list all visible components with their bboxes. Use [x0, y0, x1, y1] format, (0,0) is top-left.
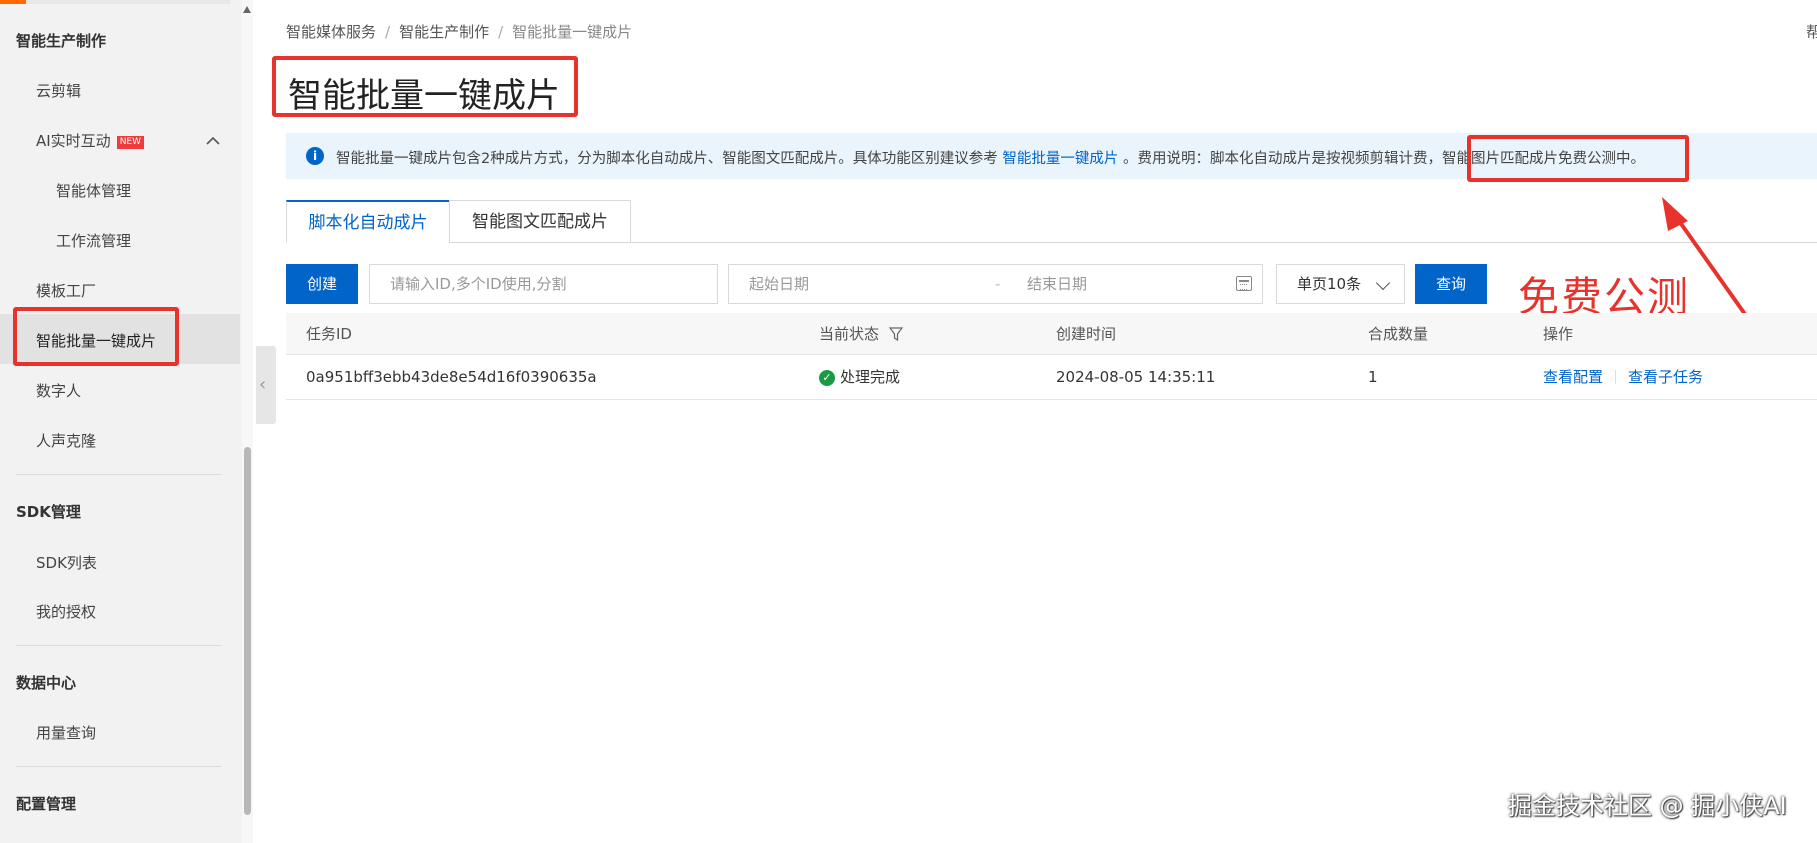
notice-text: 智能批量一键成片包含2种成片方式，分为脚本化自动成片、智能图文匹配成片。具体功能…: [336, 147, 1645, 168]
sidebar-item-label: 智能体管理: [56, 182, 132, 200]
sidebar-item-cloud-edit[interactable]: 云剪辑: [36, 80, 81, 101]
help-link[interactable]: 帮: [1806, 21, 1817, 42]
sidebar-item-workflow-mgmt[interactable]: 工作流管理: [56, 230, 131, 251]
scroll-up-arrow-icon[interactable]: [243, 6, 251, 13]
chevron-up-icon[interactable]: [206, 134, 220, 148]
tab-script-auto[interactable]: 脚本化自动成片: [286, 200, 450, 243]
column-header-status-label: 当前状态: [819, 325, 880, 343]
sidebar-item-label: 模板工厂: [36, 282, 97, 300]
calendar-icon[interactable]: [1236, 276, 1252, 291]
annotation-arrow-icon: [1662, 197, 1749, 319]
notice-link[interactable]: 智能批量一键成片: [1002, 151, 1118, 167]
sidebar-item-label: 用量查询: [36, 724, 97, 742]
date-range-separator: -: [995, 275, 1001, 293]
sidebar-group-sdk: SDK管理: [16, 503, 81, 521]
page-size-select[interactable]: 单页10条: [1276, 264, 1405, 304]
sidebar-item-label: 工作流管理: [56, 232, 132, 250]
sidebar-item-label: SDK列表: [36, 554, 97, 572]
table-header: 任务ID 当前状态 创建时间 合成数量 操作: [286, 313, 1817, 355]
annotation-box-notice: [1467, 135, 1689, 182]
created-time-cell: 2024-08-05 14:35:11: [1056, 368, 1216, 386]
annotation-box-sidebar: [13, 307, 179, 366]
start-date-field[interactable]: 起始日期: [749, 265, 809, 303]
column-header-count: 合成数量: [1368, 325, 1429, 343]
sidebar-scrollbar-thumb[interactable]: [244, 447, 251, 815]
status-cell: ✓ 处理完成: [819, 356, 900, 398]
breadcrumb-item[interactable]: 智能生产制作: [399, 23, 489, 41]
view-config-link[interactable]: 查看配置: [1543, 368, 1603, 386]
sidebar-divider: [16, 766, 221, 767]
sidebar-item-label: 人声克隆: [36, 432, 97, 450]
sidebar-group-config: 配置管理: [16, 795, 77, 813]
end-date-field[interactable]: 结束日期: [1027, 265, 1087, 303]
query-button[interactable]: 查询: [1415, 264, 1487, 304]
breadcrumb: 智能媒体服务 / 智能生产制作 / 智能批量一键成片: [286, 21, 632, 42]
chevron-left-icon: ‹: [259, 374, 267, 395]
column-header-status: 当前状态: [819, 313, 904, 355]
sidebar-collapse-handle[interactable]: ‹: [256, 346, 276, 424]
column-header-created: 创建时间: [1056, 325, 1117, 343]
task-id-cell: 0a951bff3ebb43de8e54d16f0390635a: [306, 368, 597, 386]
breadcrumb-separator: /: [498, 23, 504, 41]
filter-icon[interactable]: [889, 327, 904, 341]
sidebar-item-usage-query[interactable]: 用量查询: [36, 722, 96, 743]
sidebar-item-template-factory[interactable]: 模板工厂: [36, 280, 96, 301]
sidebar-item-label: 云剪辑: [36, 82, 82, 100]
notice-text-before: 智能批量一键成片包含2种成片方式，分为脚本化自动成片、智能图文匹配成片。具体功能…: [336, 151, 998, 167]
create-button[interactable]: 创建: [286, 264, 358, 304]
column-header-actions: 操作: [1543, 325, 1574, 343]
breadcrumb-item[interactable]: 智能媒体服务: [286, 23, 376, 41]
sidebar-item-my-auth[interactable]: 我的授权: [36, 601, 96, 622]
sidebar-top-strip: [0, 0, 230, 4]
info-icon: i: [306, 147, 324, 165]
date-range-picker[interactable]: 起始日期 - 结束日期: [728, 264, 1263, 304]
sidebar-item-digital-human[interactable]: 数字人: [36, 380, 81, 401]
sidebar-divider: [16, 645, 221, 646]
sidebar-item-agent-mgmt[interactable]: 智能体管理: [56, 180, 131, 201]
sidebar-item-sdk-list[interactable]: SDK列表: [36, 552, 97, 573]
new-badge: NEW: [116, 136, 145, 149]
column-header-task-id: 任务ID: [306, 325, 352, 343]
chevron-down-icon: [1375, 275, 1391, 291]
count-cell: 1: [1368, 368, 1378, 386]
breadcrumb-separator: /: [385, 23, 391, 41]
watermark: 掘金技术社区 @ 掘小侠AI: [1508, 792, 1787, 820]
action-separator: [1615, 370, 1617, 384]
page-size-value: 单页10条: [1297, 275, 1362, 293]
task-id-search-input[interactable]: 请输入ID,多个ID使用,分割: [369, 264, 718, 304]
sidebar: 智能生产制作 云剪辑 AI实时互动 NEW 智能体管理 工作流管理 模板工厂 智能…: [0, 0, 242, 843]
sidebar-item-label: 我的授权: [36, 603, 97, 621]
tab-image-text-match[interactable]: 智能图文匹配成片: [449, 200, 631, 243]
view-subtasks-link[interactable]: 查看子任务: [1628, 368, 1703, 386]
table-row: 0a951bff3ebb43de8e54d16f0390635a ✓ 处理完成 2…: [286, 356, 1817, 400]
breadcrumb-current: 智能批量一键成片: [512, 23, 633, 41]
sidebar-item-voice-clone[interactable]: 人声克隆: [36, 430, 96, 451]
sidebar-item-ai-interact[interactable]: AI实时互动 NEW: [36, 130, 145, 151]
sidebar-group-data: 数据中心: [16, 674, 77, 692]
sidebar-divider: [16, 474, 221, 475]
actions-cell: 查看配置 查看子任务: [1543, 356, 1703, 398]
sidebar-item-label: 数字人: [36, 382, 82, 400]
sidebar-group-production: 智能生产制作: [16, 32, 107, 50]
status-text: 处理完成: [840, 368, 901, 386]
annotation-box-title: [272, 56, 578, 117]
check-circle-icon: ✓: [819, 370, 835, 386]
notice-text-middle: 。费用说明：脚本化自动成片是按视频剪辑计费，: [1122, 151, 1442, 167]
sidebar-item-label: AI实时互动: [36, 132, 111, 150]
